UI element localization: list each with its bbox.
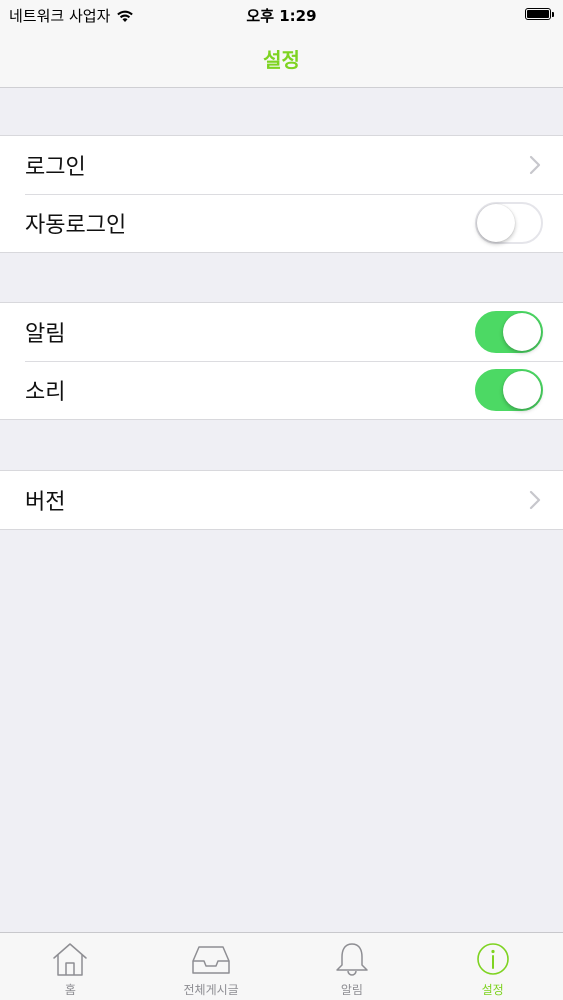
sound-row: 소리 xyxy=(0,361,563,419)
nav-bar: 설정 xyxy=(0,30,563,88)
home-icon xyxy=(53,943,88,976)
tab-settings[interactable]: 설정 xyxy=(422,933,563,1000)
settings-group-notifications: 알림 소리 xyxy=(0,302,563,420)
toggle-knob xyxy=(477,204,515,242)
sound-label: 소리 xyxy=(25,380,66,405)
settings-group-account: 로그인 자동로그인 xyxy=(0,135,563,253)
notifications-row: 알림 xyxy=(0,303,563,361)
battery-icon xyxy=(525,8,555,22)
tab-label: 홈 xyxy=(64,983,76,997)
tab-label: 알림 xyxy=(340,983,363,997)
tab-all-posts[interactable]: 전체게시글 xyxy=(141,933,282,1000)
notifications-toggle[interactable] xyxy=(475,311,543,353)
auto-login-row: 자동로그인 xyxy=(0,194,563,252)
inbox-icon xyxy=(192,946,230,974)
tab-label: 전체게시글 xyxy=(183,983,239,997)
page-title: 설정 xyxy=(263,48,300,72)
version-label: 버전 xyxy=(25,490,66,515)
tab-notifications[interactable]: 알림 xyxy=(282,933,423,1000)
tab-bar: 홈 전체게시글 알림 설정 xyxy=(0,932,563,1000)
auto-login-label: 자동로그인 xyxy=(25,213,127,238)
chevron-right-icon xyxy=(529,490,541,510)
status-time: 오후 1:29 xyxy=(246,7,317,25)
tab-label: 설정 xyxy=(481,983,504,997)
sound-toggle[interactable] xyxy=(475,369,543,411)
chevron-right-icon xyxy=(529,155,541,175)
status-bar: 네트워크 사업자 오후 1:29 xyxy=(0,0,563,30)
bell-icon xyxy=(336,943,368,976)
info-icon xyxy=(476,943,509,975)
login-row[interactable]: 로그인 xyxy=(0,136,563,194)
notifications-label: 알림 xyxy=(25,322,66,347)
auto-login-toggle[interactable] xyxy=(475,202,543,244)
version-row[interactable]: 버전 xyxy=(0,471,563,529)
toggle-knob xyxy=(503,371,541,409)
login-label: 로그인 xyxy=(25,155,86,180)
tab-home[interactable]: 홈 xyxy=(0,933,141,1000)
settings-group-about: 버전 xyxy=(0,470,563,530)
toggle-knob xyxy=(503,313,541,351)
